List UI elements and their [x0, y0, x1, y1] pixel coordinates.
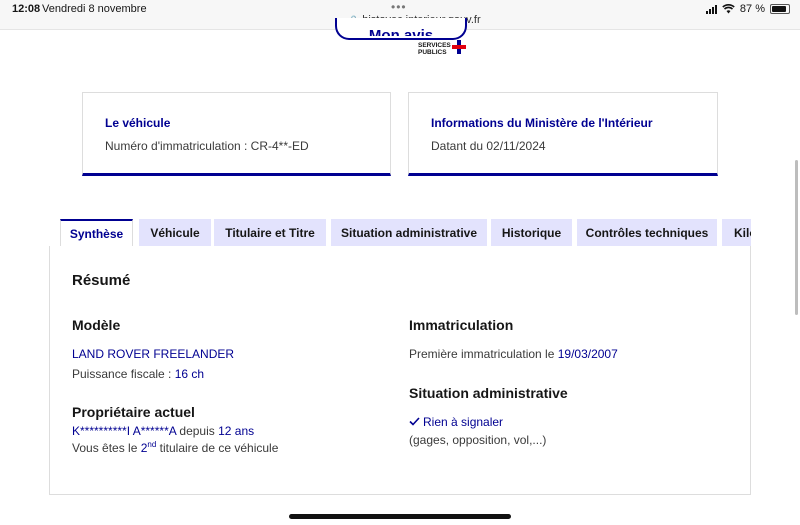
model-heading: Modèle [72, 317, 121, 333]
tab-synthese[interactable]: Synthèse [60, 219, 133, 247]
admin-status-text: Rien à signaler [423, 415, 504, 429]
owner-line: K**********I A******A depuis 12 ans [72, 424, 254, 438]
tab-titulaire[interactable]: Titulaire et Titre [214, 219, 326, 247]
summary-title: Résumé [72, 272, 131, 289]
owner-since-label: depuis [176, 424, 219, 438]
admin-heading: Situation administrative [409, 385, 568, 401]
logo-line1: SERVICES [418, 42, 451, 49]
model-name: LAND ROVER FREELANDER [72, 347, 235, 361]
owner-since-value: 12 ans [218, 424, 255, 438]
vehicle-card: Le véhicule Numéro d'immatriculation : C… [82, 92, 391, 176]
tab-historique[interactable]: Historique [491, 219, 572, 247]
ministry-card-text: Datant du 02/11/2024 [431, 139, 546, 153]
multitasking-dots-icon[interactable]: ••• [391, 0, 407, 14]
tab-situation-administrative[interactable]: Situation administrative [331, 219, 487, 247]
services-publics-logo: SERVICES PUBLICS [418, 42, 451, 56]
first-registration-date: 19/03/2007 [557, 347, 618, 361]
ministry-card: Informations du Ministère de l'Intérieur… [408, 92, 718, 176]
status-time: 12:08 [12, 3, 41, 15]
first-registration-label: Première immatriculation le [409, 347, 558, 361]
vehicle-card-text: Numéro d'immatriculation : CR-4**-ED [105, 139, 309, 153]
battery-percent: 87 % [739, 3, 765, 15]
registration-heading: Immatriculation [409, 317, 514, 333]
signal-icon [705, 4, 717, 14]
fiscal-power: Puissance fiscale : 16 ch [72, 367, 204, 381]
ministry-card-title: Informations du Ministère de l'Intérieur [431, 116, 653, 130]
tab-controles-techniques[interactable]: Contrôles techniques [577, 219, 717, 247]
first-registration: Première immatriculation le 19/03/2007 [409, 347, 618, 361]
wifi-icon [722, 4, 735, 14]
home-indicator[interactable] [289, 514, 511, 519]
vehicle-card-title: Le véhicule [105, 116, 171, 130]
holder-rank-sup: nd [147, 440, 157, 449]
services-publics-plus-icon [452, 40, 466, 54]
scrollbar[interactable] [795, 160, 798, 315]
owner-heading: Propriétaire actuel [72, 404, 195, 420]
admin-status: Rien à signaler [409, 415, 503, 429]
status-indicators: 87 % [705, 3, 790, 15]
battery-icon [770, 4, 790, 14]
holder-rank-line: Vous êtes le 2nd titulaire de ce véhicul… [72, 440, 278, 455]
tab-kilometrage[interactable]: Kilométrage [722, 219, 751, 247]
feedback-button[interactable]: Mon avis [335, 18, 467, 40]
logo-line2: PUBLICS [418, 49, 447, 56]
tab-list: Synthèse Véhicule Titulaire et Titre Sit… [60, 219, 751, 247]
feedback-button-label: Mon avis [337, 28, 465, 36]
status-date: Vendredi 8 novembre [42, 3, 147, 15]
tab-vehicule[interactable]: Véhicule [139, 219, 211, 247]
holder-prefix: Vous êtes le [72, 441, 141, 455]
check-icon [409, 417, 420, 426]
fiscal-power-value: 16 ch [174, 367, 205, 381]
admin-details: (gages, opposition, vol,...) [409, 433, 547, 447]
fiscal-power-label: Puissance fiscale : [72, 367, 175, 381]
owner-name: K**********I A******A [72, 424, 177, 438]
holder-suffix: titulaire de ce véhicule [156, 441, 279, 455]
